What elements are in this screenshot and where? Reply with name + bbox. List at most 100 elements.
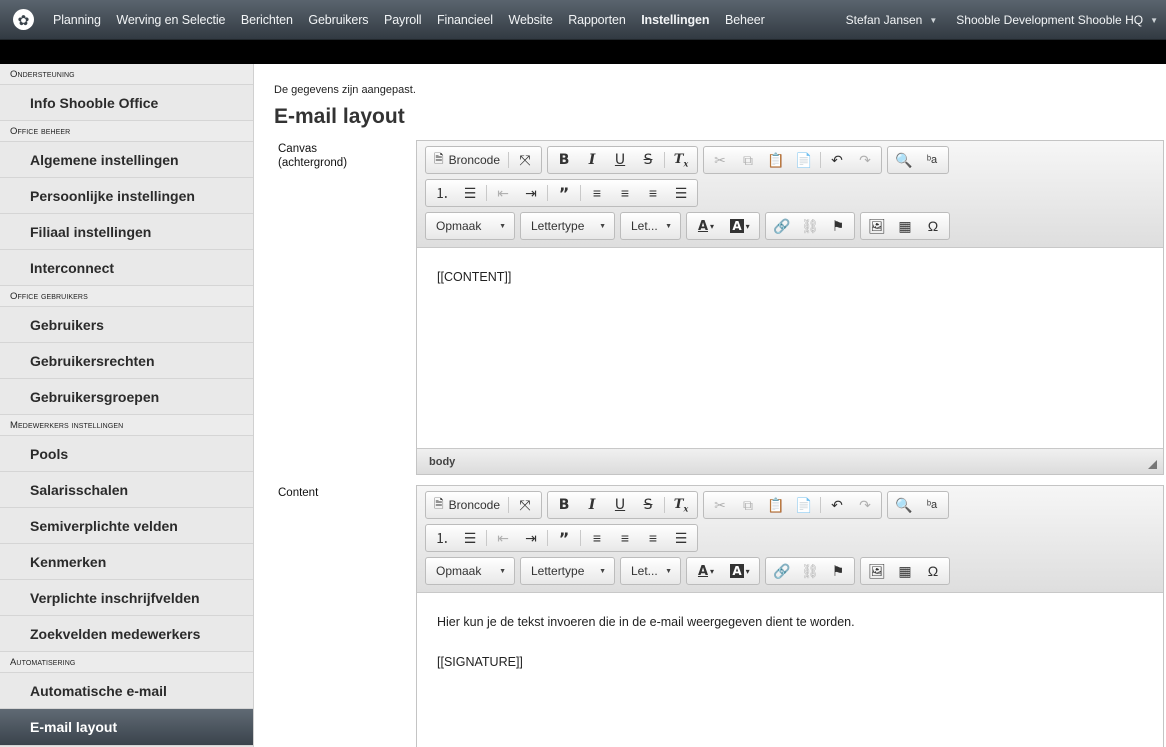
- font-select[interactable]: Lettertype ▼: [520, 557, 615, 585]
- canvas-editor-body[interactable]: [[CONTENT]]: [417, 248, 1163, 448]
- maximize-icon[interactable]: ⤧: [511, 493, 539, 517]
- sidebar-item-persoonlijke-instellingen[interactable]: Persoonlijke instellingen: [0, 178, 253, 214]
- cut-icon[interactable]: ✂: [706, 148, 734, 172]
- strikethrough-icon[interactable]: S: [634, 148, 662, 172]
- background-color-icon[interactable]: A ▾: [723, 559, 757, 583]
- justify-icon[interactable]: ☰: [667, 181, 695, 205]
- blockquote-icon[interactable]: ”: [550, 526, 578, 550]
- sidebar-item-semiverplichte-velden[interactable]: Semiverplichte velden: [0, 508, 253, 544]
- source-button[interactable]: 🗎 Broncode: [428, 493, 506, 517]
- sidebar-item-pools[interactable]: Pools: [0, 436, 253, 472]
- nav-item-rapporten[interactable]: Rapporten: [568, 13, 626, 27]
- text-color-icon[interactable]: A ▾: [689, 559, 723, 583]
- replace-icon[interactable]: ᵇa: [918, 493, 946, 517]
- unlink-icon[interactable]: ⛓: [796, 559, 824, 583]
- nav-item-beheer[interactable]: Beheer: [725, 13, 765, 27]
- align-right-icon[interactable]: ≡: [639, 526, 667, 550]
- numbered-list-icon[interactable]: ⒈: [428, 181, 456, 205]
- bold-icon[interactable]: B: [550, 493, 578, 517]
- app-logo-icon[interactable]: ✿: [13, 9, 34, 30]
- paste-text-icon[interactable]: 📄: [790, 148, 818, 172]
- cut-icon[interactable]: ✂: [706, 493, 734, 517]
- image-icon[interactable]: 🖼: [863, 559, 891, 583]
- sidebar-item-automatische-e-mail[interactable]: Automatische e-mail: [0, 673, 253, 709]
- sidebar-item-gebruikersgroepen[interactable]: Gebruikersgroepen: [0, 379, 253, 415]
- find-icon[interactable]: 🔍: [890, 148, 918, 172]
- sidebar-item-salarisschalen[interactable]: Salarisschalen: [0, 472, 253, 508]
- link-icon[interactable]: 🔗: [768, 214, 796, 238]
- format-select[interactable]: Opmaak ▼: [425, 212, 515, 240]
- redo-icon[interactable]: ↷: [851, 493, 879, 517]
- align-center-icon[interactable]: ≡: [611, 181, 639, 205]
- bold-icon[interactable]: B: [550, 148, 578, 172]
- outdent-icon[interactable]: ⇤: [489, 181, 517, 205]
- sidebar-item-interconnect[interactable]: Interconnect: [0, 250, 253, 286]
- sidebar-item-zoekvelden-medewerkers[interactable]: Zoekvelden medewerkers: [0, 616, 253, 652]
- sidebar-item-verplichte-inschrijfvelden[interactable]: Verplichte inschrijfvelden: [0, 580, 253, 616]
- sidebar-item-gebruikers[interactable]: Gebruikers: [0, 307, 253, 343]
- copy-icon[interactable]: ⧉: [734, 148, 762, 172]
- align-left-icon[interactable]: ≡: [583, 181, 611, 205]
- undo-icon[interactable]: ↶: [823, 493, 851, 517]
- redo-icon[interactable]: ↷: [851, 148, 879, 172]
- indent-icon[interactable]: ⇥: [517, 181, 545, 205]
- italic-icon[interactable]: I: [578, 493, 606, 517]
- organization-menu[interactable]: Shooble Development Shooble HQ ▼: [956, 13, 1158, 27]
- nav-item-instellingen[interactable]: Instellingen: [641, 13, 709, 27]
- image-icon[interactable]: 🖼: [863, 214, 891, 238]
- underline-icon[interactable]: U: [606, 493, 634, 517]
- special-char-icon[interactable]: Ω: [919, 214, 947, 238]
- content-editor-body[interactable]: Hier kun je de tekst invoeren die in de …: [417, 593, 1163, 715]
- anchor-icon[interactable]: ⚑: [824, 214, 852, 238]
- nav-item-gebruikers[interactable]: Gebruikers: [308, 13, 368, 27]
- find-icon[interactable]: 🔍: [890, 493, 918, 517]
- nav-item-payroll[interactable]: Payroll: [384, 13, 422, 27]
- nav-item-berichten[interactable]: Berichten: [241, 13, 293, 27]
- font-size-select[interactable]: Let... ▼: [620, 212, 681, 240]
- replace-icon[interactable]: ᵇa: [918, 148, 946, 172]
- strikethrough-icon[interactable]: S: [634, 493, 662, 517]
- table-icon[interactable]: ▦: [891, 559, 919, 583]
- paste-icon[interactable]: 📋: [762, 493, 790, 517]
- nav-item-werving-en-selectie[interactable]: Werving en Selectie: [116, 13, 225, 27]
- unlink-icon[interactable]: ⛓: [796, 214, 824, 238]
- numbered-list-icon[interactable]: ⒈: [428, 526, 456, 550]
- sidebar-item-info-shooble-office[interactable]: Info Shooble Office: [0, 85, 253, 121]
- align-center-icon[interactable]: ≡: [611, 526, 639, 550]
- font-size-select[interactable]: Let... ▼: [620, 557, 681, 585]
- maximize-icon[interactable]: ⤧: [511, 148, 539, 172]
- anchor-icon[interactable]: ⚑: [824, 559, 852, 583]
- align-left-icon[interactable]: ≡: [583, 526, 611, 550]
- underline-icon[interactable]: U: [606, 148, 634, 172]
- user-menu[interactable]: Stefan Jansen ▼: [846, 13, 938, 27]
- paste-text-icon[interactable]: 📄: [790, 493, 818, 517]
- format-select[interactable]: Opmaak ▼: [425, 557, 515, 585]
- font-select[interactable]: Lettertype ▼: [520, 212, 615, 240]
- outdent-icon[interactable]: ⇤: [489, 526, 517, 550]
- sidebar-item-filiaal-instellingen[interactable]: Filiaal instellingen: [0, 214, 253, 250]
- nav-item-website[interactable]: Website: [508, 13, 552, 27]
- indent-icon[interactable]: ⇥: [517, 526, 545, 550]
- remove-format-icon[interactable]: Tx: [667, 493, 695, 517]
- link-icon[interactable]: 🔗: [768, 559, 796, 583]
- nav-item-planning[interactable]: Planning: [53, 13, 101, 27]
- text-color-icon[interactable]: A ▾: [689, 214, 723, 238]
- remove-format-icon[interactable]: Tx: [667, 148, 695, 172]
- paste-icon[interactable]: 📋: [762, 148, 790, 172]
- bulleted-list-icon[interactable]: ☰: [456, 181, 484, 205]
- nav-item-financieel[interactable]: Financieel: [437, 13, 493, 27]
- bulleted-list-icon[interactable]: ☰: [456, 526, 484, 550]
- sidebar-item-kenmerken[interactable]: Kenmerken: [0, 544, 253, 580]
- copy-icon[interactable]: ⧉: [734, 493, 762, 517]
- sidebar-item-gebruikersrechten[interactable]: Gebruikersrechten: [0, 343, 253, 379]
- sidebar-item-algemene-instellingen[interactable]: Algemene instellingen: [0, 142, 253, 178]
- justify-icon[interactable]: ☰: [667, 526, 695, 550]
- element-path[interactable]: body: [429, 456, 455, 468]
- resize-handle-icon[interactable]: [1148, 460, 1157, 469]
- align-right-icon[interactable]: ≡: [639, 181, 667, 205]
- source-button[interactable]: 🗎 Broncode: [428, 148, 506, 172]
- table-icon[interactable]: ▦: [891, 214, 919, 238]
- blockquote-icon[interactable]: ”: [550, 181, 578, 205]
- undo-icon[interactable]: ↶: [823, 148, 851, 172]
- italic-icon[interactable]: I: [578, 148, 606, 172]
